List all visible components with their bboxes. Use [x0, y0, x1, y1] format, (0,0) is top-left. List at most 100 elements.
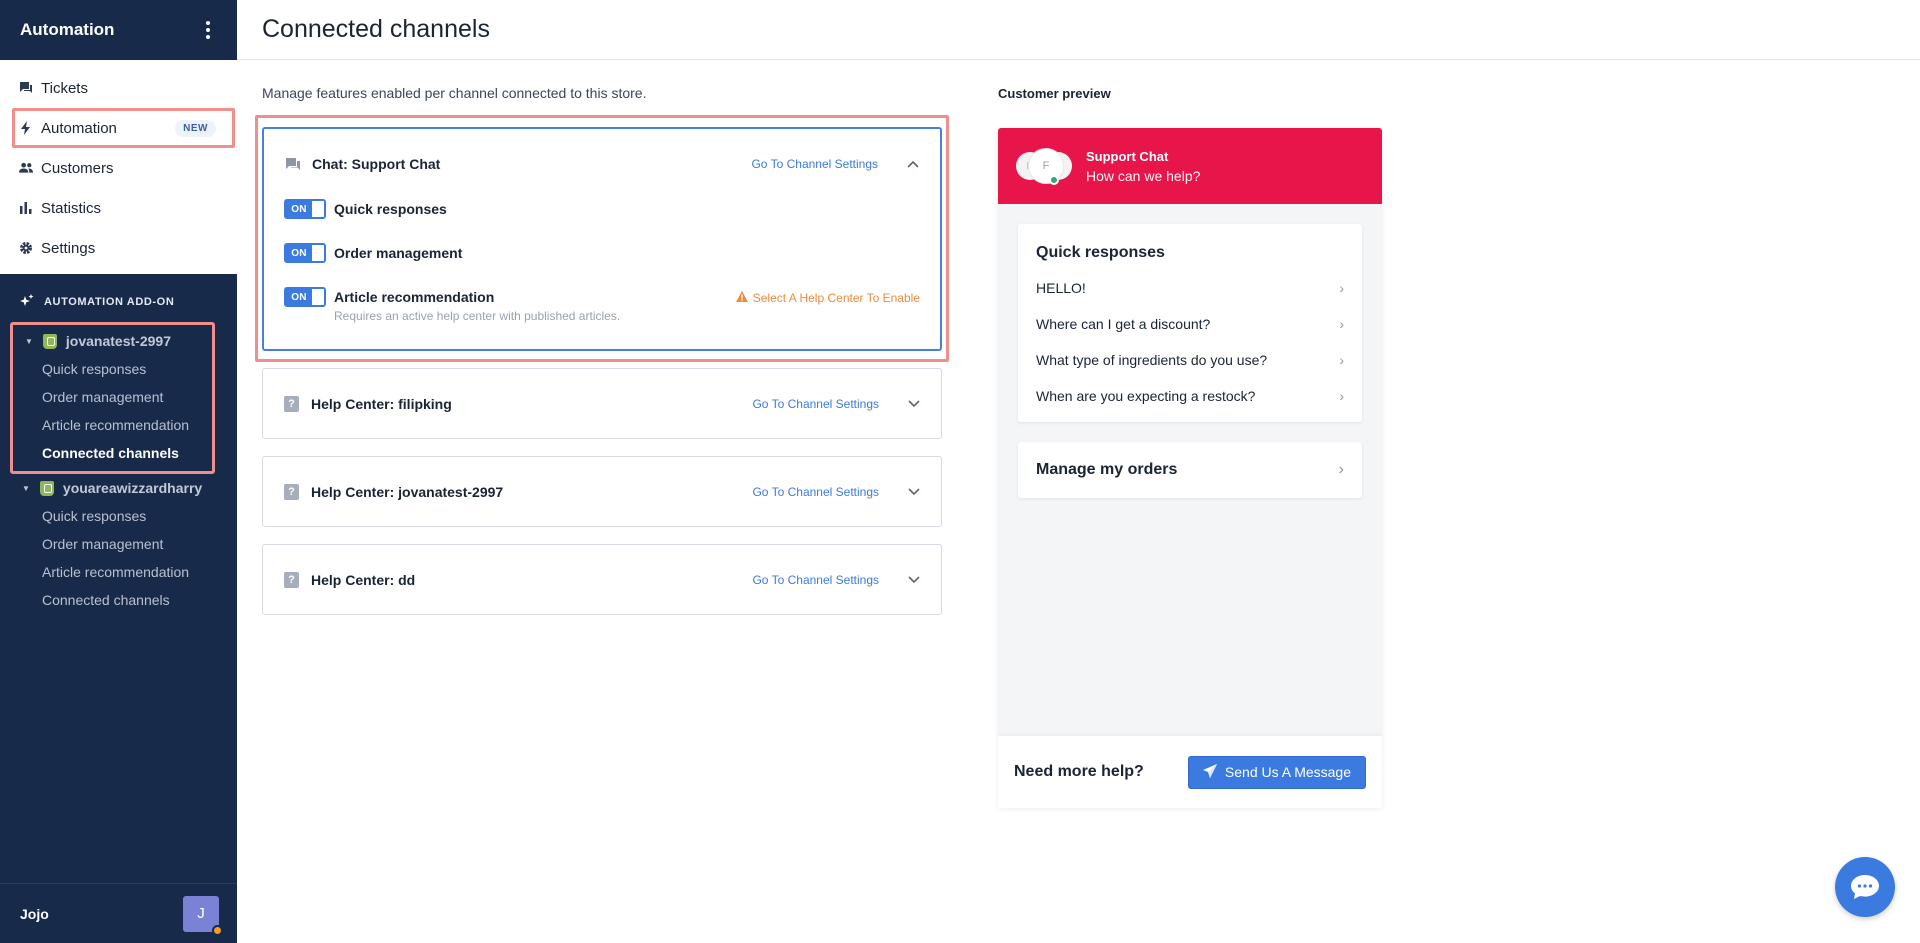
main-content: Connected channels Manage features enabl…	[237, 0, 1920, 943]
store-subitem[interactable]: Quick responses	[0, 502, 237, 530]
nav-item-customers[interactable]: Customers	[0, 148, 237, 188]
nav-item-tickets[interactable]: Tickets	[0, 68, 237, 108]
need-more-help-label: Need more help?	[1014, 763, 1144, 780]
chevron-right-icon: ›	[1339, 352, 1344, 368]
quick-response-item[interactable]: Where can I get a discount? ›	[1018, 306, 1362, 342]
nav-label-statistics: Statistics	[41, 199, 102, 217]
help-center-icon: ?	[283, 396, 300, 413]
channel-header[interactable]: ? Help Center: filipking Go To Channel S…	[263, 369, 941, 439]
order-management-toggle[interactable]: ON	[284, 243, 326, 263]
quick-responses-toggle[interactable]: ON	[284, 199, 326, 219]
nav-item-settings[interactable]: Settings	[0, 228, 237, 268]
chevron-right-icon: ›	[1339, 280, 1344, 296]
avatar[interactable]: J	[183, 895, 223, 936]
statistics-icon	[19, 201, 33, 215]
store-subitem[interactable]: Order management	[13, 383, 212, 411]
shopify-icon	[39, 480, 54, 496]
channel-features: ON Quick responses ON Order management O…	[264, 199, 940, 345]
feature-row-order-management: ON Order management	[284, 243, 920, 287]
channel-card-support-chat: Chat: Support Chat Go To Channel Setting…	[262, 127, 942, 351]
preview-footer: Need more help? Send Us A Message	[998, 736, 1382, 808]
chat-name: Support Chat	[1086, 148, 1169, 164]
chevron-down-icon[interactable]	[907, 485, 921, 499]
quick-responses-title: Quick responses	[1036, 244, 1165, 261]
channel-header[interactable]: ? Help Center: dd Go To Channel Settings	[263, 545, 941, 615]
chevron-up-icon[interactable]	[906, 157, 920, 171]
store-name: youareawizzardharry	[62, 480, 203, 496]
store-subitem[interactable]: Article recommendation	[13, 411, 212, 439]
sparkles-icon	[20, 293, 34, 311]
store-row[interactable]: ▼ jovanatest-2997	[13, 327, 212, 355]
channel-title: Help Center: jovanatest-2997	[311, 484, 504, 500]
nav-item-automation[interactable]: Automation NEW	[12, 108, 235, 148]
nav-label-customers: Customers	[41, 159, 114, 177]
nav-label-settings: Settings	[41, 239, 96, 257]
quick-responses-card: Quick responses HELLO! › Where can I get …	[1018, 224, 1362, 422]
go-to-channel-settings-link[interactable]: Go To Channel Settings	[752, 485, 879, 499]
channel-card-help-center-filipking: ? Help Center: filipking Go To Channel S…	[262, 368, 942, 439]
customer-preview-label: Customer preview	[998, 86, 1111, 101]
feature-name: Quick responses	[334, 201, 447, 217]
caret-down-icon: ▼	[25, 336, 33, 346]
select-help-center-link[interactable]: Select A Help Center To Enable	[735, 291, 920, 305]
sidebar-header: Automation	[0, 0, 237, 60]
sidebar: Automation Tickets Automation NEW Custom…	[0, 0, 237, 943]
send-us-a-message-button[interactable]: Send Us A Message	[1187, 755, 1366, 789]
chevron-right-icon: ›	[1339, 316, 1344, 332]
store-subitem[interactable]: Order management	[0, 530, 237, 558]
chevron-down-icon[interactable]	[907, 573, 921, 587]
channel-card-help-center-dd: ? Help Center: dd Go To Channel Settings	[262, 544, 942, 615]
channel-title: Help Center: filipking	[311, 396, 452, 412]
chat-bubble-icon	[1851, 875, 1879, 899]
store-subitem-active[interactable]: Connected channels	[13, 439, 212, 467]
go-to-channel-settings-link[interactable]: Go To Channel Settings	[752, 573, 879, 587]
agent-avatar-main: F	[1028, 148, 1064, 185]
manage-orders-card: Manage my orders ›	[1018, 442, 1362, 498]
help-center-icon: ?	[283, 572, 300, 589]
avatar-initial: J	[197, 905, 205, 922]
shopify-icon	[42, 333, 57, 349]
store-subitem[interactable]: Connected channels	[0, 586, 237, 614]
intro-text: Manage features enabled per channel conn…	[262, 85, 647, 101]
chevron-right-icon: ›	[1339, 388, 1344, 404]
feature-row-quick-responses: ON Quick responses	[284, 199, 920, 243]
channel-title: Chat: Support Chat	[312, 156, 441, 172]
help-center-icon: ?	[283, 484, 300, 501]
channel-header[interactable]: ? Help Center: jovanatest-2997 Go To Cha…	[263, 457, 941, 527]
new-badge: NEW	[175, 119, 216, 137]
user-footer: Jojo J	[0, 883, 237, 943]
nav-label-tickets: Tickets	[41, 79, 88, 97]
warning-text: Select A Help Center To Enable	[752, 291, 920, 305]
quick-response-item[interactable]: When are you expecting a restock? ›	[1018, 378, 1362, 414]
nav-label-automation: Automation	[41, 119, 117, 137]
support-chat-launcher[interactable]	[1835, 857, 1895, 917]
store-row[interactable]: ▼ youareawizzardharry	[0, 474, 237, 502]
quick-response-item[interactable]: HELLO! ›	[1018, 270, 1362, 306]
article-recommendation-toggle[interactable]: ON	[284, 287, 326, 307]
main-nav: Tickets Automation NEW Customers Statist…	[0, 60, 237, 274]
store-subitem[interactable]: Quick responses	[13, 355, 212, 383]
warning-icon	[735, 291, 748, 305]
send-button-label: Send Us A Message	[1224, 764, 1351, 780]
toggle-on-label: ON	[286, 201, 312, 217]
more-options-icon[interactable]	[199, 20, 217, 40]
store-subitem[interactable]: Article recommendation	[0, 558, 237, 586]
chat-icon	[284, 156, 301, 173]
channel-header[interactable]: Chat: Support Chat Go To Channel Setting…	[264, 129, 940, 199]
channel-card-help-center-jovanatest: ? Help Center: jovanatest-2997 Go To Cha…	[262, 456, 942, 527]
status-dot	[212, 924, 223, 936]
go-to-channel-settings-link[interactable]: Go To Channel Settings	[752, 397, 879, 411]
sidebar-title: Automation	[20, 20, 115, 39]
store-name: jovanatest-2997	[65, 333, 171, 349]
feature-subtitle: Requires an active help center with publ…	[334, 309, 621, 323]
agent-avatars: D S F	[1016, 148, 1072, 185]
channel-title: Help Center: dd	[311, 572, 416, 588]
manage-my-orders-button[interactable]: Manage my orders ›	[1018, 442, 1362, 498]
go-to-channel-settings-link[interactable]: Go To Channel Settings	[751, 157, 878, 171]
user-name[interactable]: Jojo	[20, 906, 49, 922]
customers-icon	[19, 161, 33, 175]
chevron-down-icon[interactable]	[907, 397, 921, 411]
quick-response-item[interactable]: What type of ingredients do you use? ›	[1018, 342, 1362, 378]
preview-chat-header: D S F Support Chat How can we help?	[998, 128, 1382, 204]
nav-item-statistics[interactable]: Statistics	[0, 188, 237, 228]
